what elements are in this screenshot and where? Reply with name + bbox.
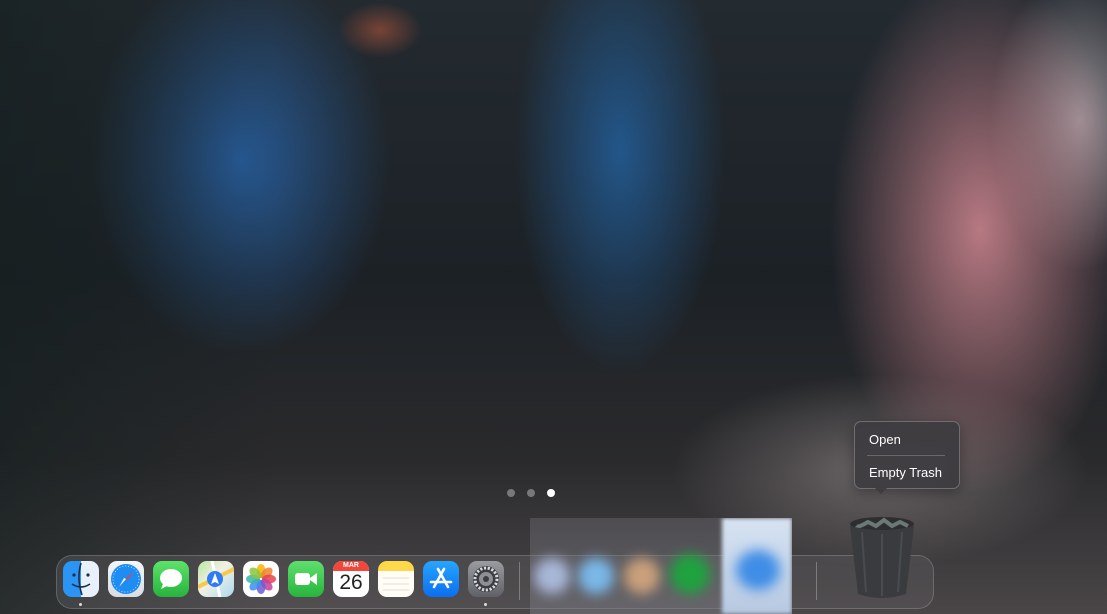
finder-icon [71, 562, 91, 596]
facetime-icon [295, 573, 317, 585]
dock-divider [816, 562, 817, 600]
calendar-day: 26 [339, 571, 363, 594]
dock-recents-blurred [530, 518, 792, 614]
trash-icon [850, 517, 914, 598]
dock-item-messages[interactable] [153, 561, 189, 597]
page-dot[interactable] [527, 489, 535, 497]
menu-item-empty-trash[interactable]: Empty Trash [869, 465, 942, 480]
notes-icon [383, 577, 409, 591]
maps-icon [198, 561, 234, 597]
messages-icon [160, 569, 182, 589]
dock-divider [519, 562, 520, 600]
page-dot-active[interactable] [547, 489, 555, 497]
trash-context-menu: Open Empty Trash [854, 421, 960, 489]
dock-item-safari[interactable] [108, 561, 144, 597]
app-store-icon [429, 567, 453, 589]
dock-item-system-settings[interactable] [468, 561, 504, 597]
dock-item-calendar[interactable]: MAR 26 [333, 561, 369, 597]
running-indicator [484, 603, 487, 606]
photos-icon [246, 564, 276, 594]
dock-item-notes[interactable] [378, 561, 414, 597]
menu-pointer [873, 486, 889, 494]
page-indicator [507, 489, 555, 497]
menu-separator [867, 455, 945, 456]
dock-item-facetime[interactable] [288, 561, 324, 597]
dock-item-trash[interactable] [848, 514, 916, 600]
dock-item-maps[interactable] [198, 561, 234, 597]
page-dot[interactable] [507, 489, 515, 497]
dock-item-finder[interactable] [63, 561, 99, 597]
safari-icon [111, 564, 141, 594]
dock-item-photos[interactable] [243, 561, 279, 597]
settings-icon [473, 566, 499, 592]
menu-item-open[interactable]: Open [869, 432, 901, 447]
dock-item-app-store[interactable] [423, 561, 459, 597]
calendar-month: MAR [333, 561, 369, 571]
running-indicator [79, 603, 82, 606]
